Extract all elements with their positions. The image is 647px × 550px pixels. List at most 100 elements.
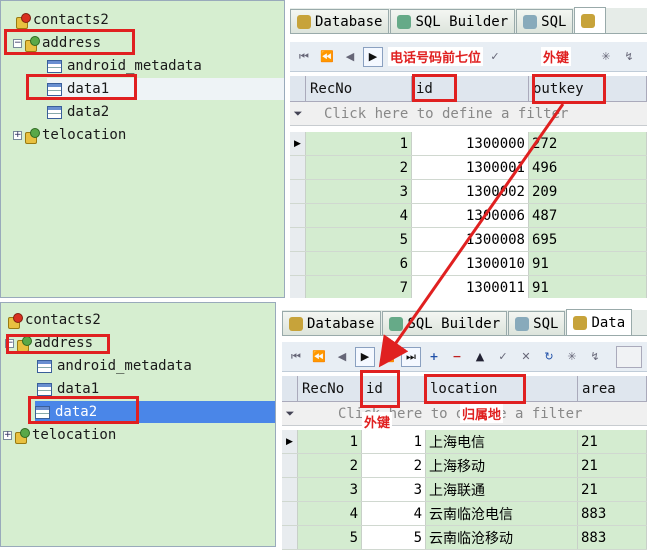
column-header-id[interactable]: id — [412, 76, 529, 101]
first-record-icon[interactable]: ⏮ — [294, 47, 314, 67]
table-row[interactable]: 5 5 云南临沧移动 883 — [282, 526, 647, 550]
tree-node-data1[interactable]: data1 — [37, 378, 99, 400]
table-row[interactable]: 6 1300010 91 — [290, 252, 647, 276]
cell-outkey[interactable]: 272 — [529, 132, 647, 155]
cell-id[interactable]: 4 — [362, 502, 426, 525]
cell-outkey[interactable]: 209 — [529, 180, 647, 203]
tree-node-data2[interactable]: data2 — [35, 401, 275, 423]
cell-recno[interactable]: 3 — [306, 180, 412, 203]
delete-record-icon[interactable]: − — [447, 347, 467, 367]
cell-id[interactable]: 3 — [362, 478, 426, 501]
prior-record-icon[interactable]: ◀ — [332, 347, 352, 367]
cancel-edit-icon[interactable]: ✕ — [516, 347, 536, 367]
refresh-icon[interactable]: ↻ — [539, 347, 559, 367]
column-header-recno[interactable]: RecNo — [298, 376, 362, 401]
collapse-icon[interactable]: − — [13, 38, 22, 48]
tree-node-android-metadata[interactable]: android_metadata — [37, 355, 192, 377]
cell-location[interactable]: 上海电信 — [426, 430, 578, 453]
cell-recno[interactable]: 4 — [298, 502, 362, 525]
cell-recno[interactable]: 1 — [298, 430, 362, 453]
cell-outkey[interactable]: 91 — [529, 252, 647, 275]
bookmark-icon[interactable]: ✳ — [562, 347, 582, 367]
cell-area[interactable]: 883 — [578, 526, 647, 549]
column-header-id[interactable]: id — [362, 376, 426, 401]
column-header-outkey[interactable]: outkey — [529, 76, 647, 101]
cell-area[interactable]: 21 — [578, 430, 647, 453]
expand-icon[interactable]: + — [3, 430, 12, 440]
tab-database[interactable]: Database — [282, 311, 382, 335]
post-edit-icon[interactable]: ✓ — [485, 47, 505, 67]
tab-sql-builder[interactable]: SQL Builder — [390, 9, 516, 33]
table-row[interactable]: 2 2 上海移动 21 — [282, 454, 647, 478]
cell-area[interactable]: 21 — [578, 478, 647, 501]
cell-outkey[interactable]: 91 — [529, 276, 647, 299]
tree-node-contacts2[interactable]: contacts2 — [7, 309, 101, 331]
cell-id[interactable]: 5 — [362, 526, 426, 549]
next-page-icon[interactable]: ⏩ — [378, 347, 398, 367]
table-row[interactable]: ▶ 1 1 上海电信 21 — [282, 430, 647, 454]
cell-recno[interactable]: 2 — [306, 156, 412, 179]
table-row[interactable]: 5 1300008 695 — [290, 228, 647, 252]
tree-node-telocation[interactable]: + telocation — [3, 424, 116, 446]
prior-record-icon[interactable]: ◀ — [340, 47, 360, 67]
table-row[interactable]: 7 1300011 91 — [290, 276, 647, 300]
refresh-icon[interactable]: ✳ — [596, 47, 616, 67]
cell-id[interactable]: 1300002 — [412, 180, 529, 203]
collapse-icon[interactable]: − — [5, 338, 14, 348]
first-record-icon[interactable]: ⏮ — [286, 347, 306, 367]
edit-record-icon[interactable]: ▲ — [470, 347, 490, 367]
expand-icon[interactable]: + — [13, 130, 22, 140]
tree-node-data2[interactable]: data2 — [47, 101, 109, 123]
prior-page-icon[interactable]: ⏪ — [309, 347, 329, 367]
cell-recno[interactable]: 5 — [298, 526, 362, 549]
last-record-icon[interactable]: ⏭ — [401, 346, 421, 367]
cell-location[interactable]: 云南临沧移动 — [426, 526, 578, 549]
table-row[interactable]: 4 4 云南临沧电信 883 — [282, 502, 647, 526]
column-header-location[interactable]: location — [426, 376, 578, 401]
cell-id[interactable]: 1300011 — [412, 276, 529, 299]
cell-recno[interactable]: 7 — [306, 276, 412, 299]
insert-record-icon[interactable]: + — [424, 347, 444, 367]
tree-node-address[interactable]: − address — [5, 332, 93, 354]
cell-area[interactable]: 883 — [578, 502, 647, 525]
top-filter-bar[interactable]: ⏷ Click here to define a filter — [290, 102, 647, 126]
cell-recno[interactable]: 5 — [306, 228, 412, 251]
next-record-icon[interactable]: ▶ — [363, 46, 383, 67]
cell-location[interactable]: 上海联通 — [426, 478, 578, 501]
cell-recno[interactable]: 4 — [306, 204, 412, 227]
cell-id[interactable]: 1300000 — [412, 132, 529, 155]
tab-data[interactable]: Data — [566, 309, 633, 335]
tab-data[interactable] — [574, 7, 607, 33]
tab-sql[interactable]: SQL — [516, 9, 574, 33]
cell-recno[interactable]: 1 — [306, 132, 412, 155]
tree-node-android-metadata[interactable]: android_metadata — [47, 55, 202, 77]
cell-id[interactable]: 1300008 — [412, 228, 529, 251]
cell-recno[interactable]: 3 — [298, 478, 362, 501]
table-row[interactable]: 3 3 上海联通 21 — [282, 478, 647, 502]
cell-id[interactable]: 1300006 — [412, 204, 529, 227]
cell-outkey[interactable]: 695 — [529, 228, 647, 251]
column-header-area[interactable]: area — [578, 376, 647, 401]
prior-page-icon[interactable]: ⏪ — [317, 47, 337, 67]
table-row[interactable]: 4 1300006 487 — [290, 204, 647, 228]
table-row[interactable]: ▶ 1 1300000 272 — [290, 132, 647, 156]
tab-sql[interactable]: SQL — [508, 311, 566, 335]
cell-id[interactable]: 1300001 — [412, 156, 529, 179]
cell-outkey[interactable]: 487 — [529, 204, 647, 227]
post-edit-icon[interactable]: ✓ — [493, 347, 513, 367]
tab-sql-builder[interactable]: SQL Builder — [382, 311, 508, 335]
cell-outkey[interactable]: 496 — [529, 156, 647, 179]
column-header-recno[interactable]: RecNo — [306, 76, 412, 101]
tree-node-telocation[interactable]: + telocation — [13, 124, 126, 146]
table-row[interactable]: 2 1300001 496 — [290, 156, 647, 180]
cell-recno[interactable]: 6 — [306, 252, 412, 275]
cell-id[interactable]: 1300010 — [412, 252, 529, 275]
cell-area[interactable]: 21 — [578, 454, 647, 477]
tab-database[interactable]: Database — [290, 9, 390, 33]
apply-updates-icon[interactable]: ↯ — [585, 347, 605, 367]
next-record-icon[interactable]: ▶ — [355, 346, 375, 367]
table-row[interactable]: 3 1300002 209 — [290, 180, 647, 204]
cell-id[interactable]: 1 — [362, 430, 426, 453]
cell-recno[interactable]: 2 — [298, 454, 362, 477]
tree-node-data1[interactable]: data1 — [47, 78, 284, 100]
